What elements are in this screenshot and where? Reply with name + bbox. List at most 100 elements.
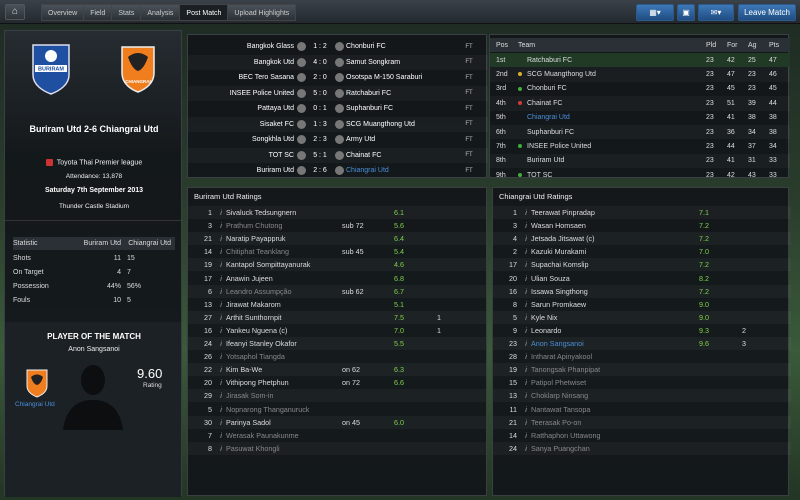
player-name[interactable]: Sarun Promkaew <box>531 300 647 309</box>
league-team[interactable]: Buriram Utd <box>518 157 706 164</box>
player-row[interactable]: 19 i Tanongsak Phanpipat <box>493 363 791 376</box>
player-name[interactable]: Wasan Homsaen <box>531 221 647 230</box>
league-team[interactable]: Suphanburi FC <box>518 129 706 136</box>
player-row[interactable]: 8 i Pasuwat Khongli <box>188 442 486 455</box>
info-icon[interactable]: i <box>216 313 226 322</box>
league-row[interactable]: 2nd SCG Muangthong Utd 23 47 23 46 <box>490 67 790 81</box>
player-name[interactable]: Intharat Apinyakool <box>531 352 647 361</box>
player-name[interactable]: Kantapol Sompittayanurak <box>226 260 342 269</box>
player-row[interactable]: 28 i Intharat Apinyakool <box>493 350 791 363</box>
league-team[interactable]: Chainat FC <box>518 100 706 107</box>
info-icon[interactable]: i <box>521 431 531 440</box>
league-team[interactable]: Chonburi FC <box>518 85 706 92</box>
home-team[interactable]: Bangkok Utd <box>188 59 294 66</box>
league-team-name[interactable]: SCG Muangthong Utd <box>527 71 596 78</box>
league-row[interactable]: 7th INSEE Police United 23 44 37 34 <box>490 139 790 153</box>
info-icon[interactable]: i <box>216 300 226 309</box>
player-row[interactable]: 22 i Kim Ba-We on 62 6.3 <box>188 363 486 376</box>
result-row[interactable]: Pattaya Utd 0 : 1 Suphanburi FC FT <box>188 101 488 117</box>
away-team[interactable]: Ratchaburi FC <box>346 90 462 97</box>
league-team[interactable]: INSEE Police United <box>518 143 706 150</box>
player-name[interactable]: Teerawat Pinpradap <box>531 208 647 217</box>
info-icon[interactable]: i <box>521 378 531 387</box>
info-icon[interactable]: i <box>521 247 531 256</box>
player-row[interactable]: 24 i Sanya Puangchan <box>493 442 791 455</box>
player-row[interactable]: 2 i Kazuki Murakami 7.0 <box>493 245 791 258</box>
away-team[interactable]: Chainat FC <box>346 152 462 159</box>
tab-analysis[interactable]: Analysis <box>140 4 180 21</box>
away-team[interactable]: SCG Muangthong Utd <box>346 121 462 128</box>
player-name[interactable]: Arthit Sunthornpit <box>226 313 342 322</box>
info-icon[interactable]: i <box>216 234 226 243</box>
player-row[interactable]: 29 i Jirasak Som-in <box>188 389 486 402</box>
result-row[interactable]: Sisaket FC 1 : 3 SCG Muangthong Utd FT <box>188 117 488 133</box>
result-row[interactable]: TOT SC 5 : 1 Chainat FC FT <box>188 148 488 164</box>
player-name[interactable]: Leonardo <box>531 326 647 335</box>
away-team[interactable]: Osotspa M-150 Saraburi <box>346 74 462 81</box>
player-name[interactable]: Nopnarong Thanganuruck <box>226 405 342 414</box>
player-row[interactable]: 27 i Arthit Sunthornpit 7.5 1 <box>188 311 486 324</box>
info-icon[interactable]: i <box>216 444 226 453</box>
home-team[interactable]: Buriram Utd <box>188 167 294 174</box>
league-row[interactable]: 1st Ratchaburi FC 23 42 25 47 <box>490 53 790 68</box>
potm-club[interactable]: Chiangrai Utd <box>15 401 55 408</box>
player-row[interactable]: 20 i Vithipong Phetphun on 72 6.6 <box>188 376 486 389</box>
info-icon[interactable]: i <box>521 339 531 348</box>
home-team[interactable]: Sisaket FC <box>188 121 294 128</box>
league-row[interactable]: 4th Chainat FC 23 51 39 44 <box>490 96 790 110</box>
player-name[interactable]: Prathum Chutong <box>226 221 342 230</box>
tab-post-match[interactable]: Post Match <box>179 4 228 21</box>
league-row[interactable]: 3rd Chonburi FC 23 45 23 45 <box>490 82 790 96</box>
info-icon[interactable]: i <box>216 274 226 283</box>
league-team-name[interactable]: Chonburi FC <box>527 85 567 92</box>
league-team-name[interactable]: TOT SC <box>527 172 552 179</box>
player-name[interactable]: Kyle Nix <box>531 313 647 322</box>
player-row[interactable]: 17 i Anawin Jujeen 6.8 <box>188 272 486 285</box>
info-icon[interactable]: i <box>216 418 226 427</box>
info-icon[interactable]: i <box>216 221 226 230</box>
player-name[interactable]: Patipol Phetwiset <box>531 378 647 387</box>
info-icon[interactable]: i <box>216 287 226 296</box>
player-name[interactable]: Jirasak Som-in <box>226 391 342 400</box>
view-menu-button[interactable]: ▦▾ <box>636 4 674 21</box>
player-row[interactable]: 17 i Supachai Komslip 7.2 <box>493 258 791 271</box>
player-row[interactable]: 13 i Jirawat Makarom 5.1 <box>188 298 486 311</box>
league-row[interactable]: 6th Suphanburi FC 23 36 34 38 <box>490 125 790 139</box>
player-name[interactable]: Parinya Sadol <box>226 418 342 427</box>
info-icon[interactable]: i <box>521 405 531 414</box>
info-icon[interactable]: i <box>216 339 226 348</box>
league-team-name[interactable]: Ratchaburi FC <box>527 57 572 64</box>
tab-stats[interactable]: Stats <box>111 4 141 21</box>
player-name[interactable]: Werasak Paunakunme <box>226 431 342 440</box>
tab-overview[interactable]: Overview <box>41 4 84 21</box>
player-row[interactable]: 16 i Issawa Singthong 7.2 <box>493 285 791 298</box>
player-row[interactable]: 24 i Ifeanyi Stanley Okafor 5.5 <box>188 337 486 350</box>
save-button[interactable]: ▣ <box>677 4 695 21</box>
info-icon[interactable]: i <box>216 260 226 269</box>
player-name[interactable]: Vithipong Phetphun <box>226 378 342 387</box>
player-row[interactable]: 21 i Naratip Payappruk 6.4 <box>188 232 486 245</box>
league-team-name[interactable]: Chainat FC <box>527 100 562 107</box>
player-row[interactable]: 5 i Nopnarong Thanganuruck <box>188 403 486 416</box>
player-row[interactable]: 14 i Ratthaphon Uttawong <box>493 429 791 442</box>
away-team[interactable]: Chonburi FC <box>346 43 462 50</box>
home-button[interactable]: ⌂ <box>5 4 25 20</box>
league-team[interactable]: TOT SC <box>518 172 706 179</box>
player-name[interactable]: Issawa Singthong <box>531 287 647 296</box>
league-team[interactable]: SCG Muangthong Utd <box>518 71 706 78</box>
player-row[interactable]: 6 i Leandro Assumpção sub 62 6.7 <box>188 285 486 298</box>
player-name[interactable]: Chitiphat Teanklang <box>226 247 342 256</box>
player-name[interactable]: Kazuki Murakami <box>531 247 647 256</box>
player-row[interactable]: 19 i Kantapol Sompittayanurak 4.6 <box>188 258 486 271</box>
info-icon[interactable]: i <box>521 313 531 322</box>
player-name[interactable]: Leandro Assumpção <box>226 287 342 296</box>
info-icon[interactable]: i <box>521 287 531 296</box>
home-team[interactable]: Bangkok Glass <box>188 43 294 50</box>
player-name[interactable]: Pasuwat Khongli <box>226 444 342 453</box>
info-icon[interactable]: i <box>521 208 531 217</box>
player-row[interactable]: 1 i Sivaluck Tedsungnern 6.1 <box>188 206 486 219</box>
player-name[interactable]: Ulian Souza <box>531 274 647 283</box>
player-row[interactable]: 26 i Yotsaphol Tiangda <box>188 350 486 363</box>
home-team[interactable]: BEC Tero Sasana <box>188 74 294 81</box>
player-row[interactable]: 5 i Kyle Nix 9.0 <box>493 311 791 324</box>
